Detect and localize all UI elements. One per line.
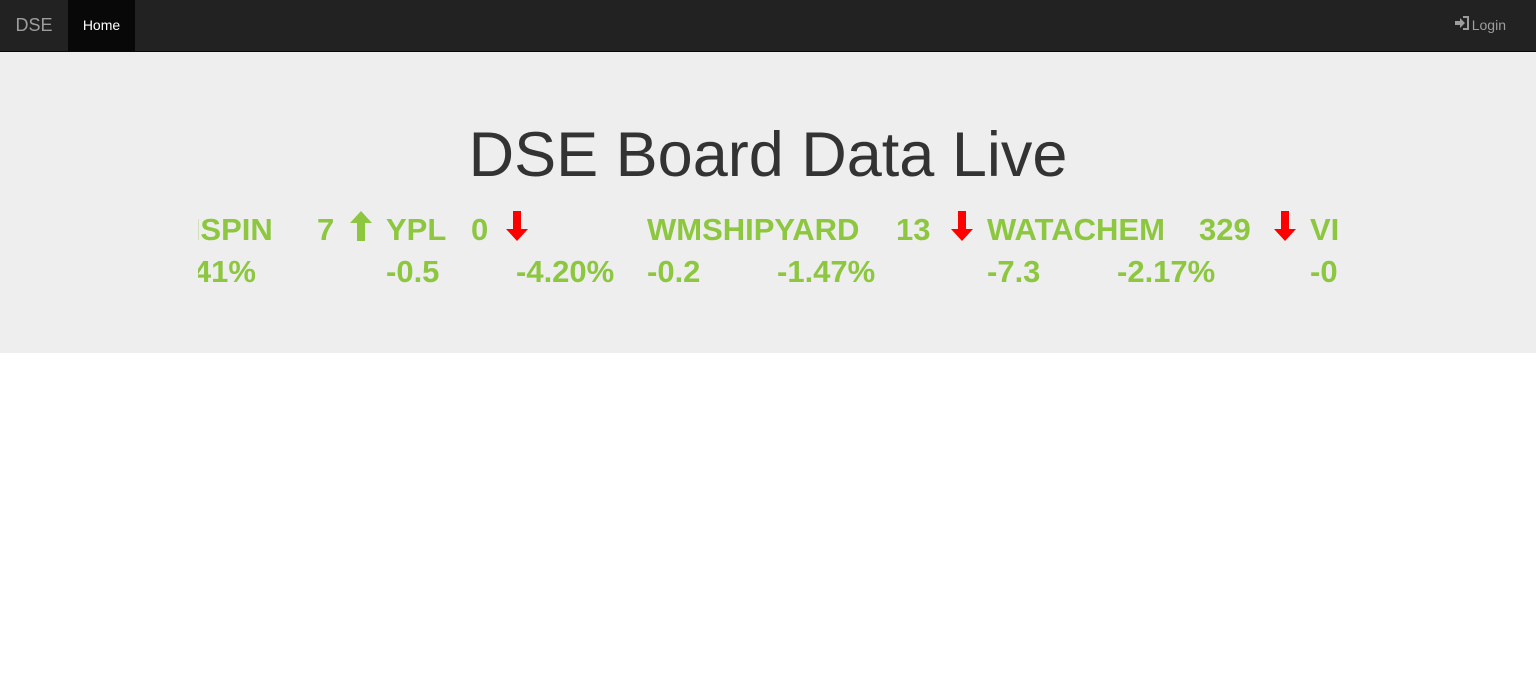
- ticker-symbol: NSPIN: [198, 212, 273, 247]
- top-navbar: DSE Home Login: [0, 0, 1536, 52]
- ticker-change: -0.5: [386, 254, 440, 289]
- arrow-up-icon: [348, 209, 374, 243]
- ticker-change: -0.2: [647, 254, 701, 289]
- jumbotron: DSE Board Data Live NSPIN 7 1.41% YPL 0 …: [0, 52, 1536, 353]
- sign-in-icon: [1454, 0, 1470, 51]
- ticker-price: 13: [896, 212, 931, 247]
- ticker-symbol: WATACHEM: [987, 212, 1165, 247]
- page-title: DSE Board Data Live: [468, 120, 1068, 190]
- arrow-down-icon: [504, 209, 530, 243]
- arrow-down-icon: [1272, 209, 1298, 243]
- ticker-percent: -2.17%: [1117, 254, 1216, 289]
- ticker-change: -7.3: [987, 254, 1041, 289]
- ticker-price: 7: [317, 212, 335, 247]
- stock-ticker: NSPIN 7 1.41% YPL 0 -0.5 -4.20% WMSHIPYA…: [198, 205, 1338, 295]
- ticker-symbol: WMSHIPYARD: [647, 212, 860, 247]
- ticker-price: 0: [471, 212, 489, 247]
- ticker-symbol: YPL: [386, 212, 447, 247]
- login-label: Login: [1471, 17, 1506, 33]
- ticker-symbol: VI: [1310, 212, 1338, 247]
- nav-home-link[interactable]: Home: [68, 0, 135, 51]
- ticker-change: -0: [1310, 254, 1338, 289]
- ticker-percent: -4.20%: [516, 254, 615, 289]
- login-link[interactable]: Login: [1454, 0, 1506, 51]
- ticker-price: 329: [1199, 212, 1251, 247]
- ticker-percent: 1.41%: [198, 254, 256, 289]
- brand-link[interactable]: DSE: [0, 0, 68, 51]
- arrow-down-icon: [949, 209, 975, 243]
- ticker-percent: -1.47%: [777, 254, 876, 289]
